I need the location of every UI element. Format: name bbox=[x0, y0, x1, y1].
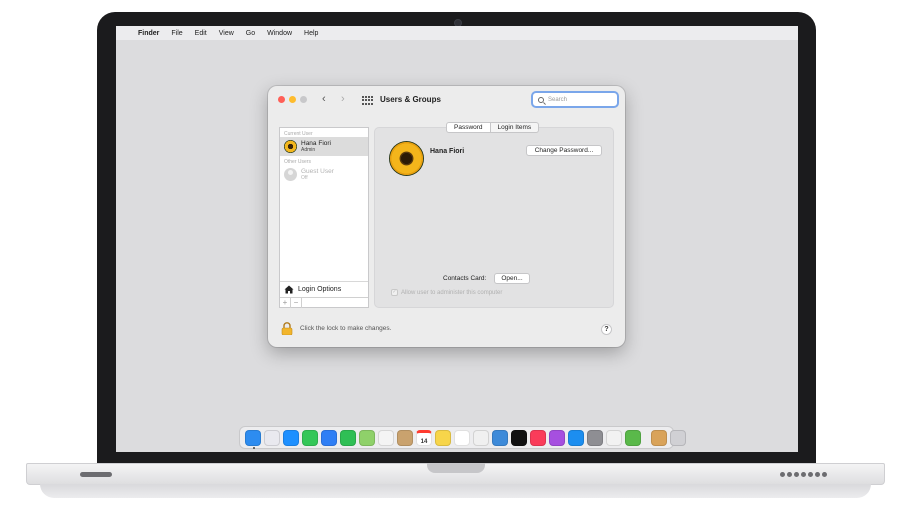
trash-icon[interactable] bbox=[670, 429, 686, 446]
user-name: Hana Fiori bbox=[301, 140, 331, 147]
freeform-icon[interactable] bbox=[473, 429, 489, 446]
search-field[interactable]: Search bbox=[531, 91, 619, 108]
messages-icon[interactable] bbox=[302, 429, 318, 446]
window-titlebar: ‹ › Users & Groups Search bbox=[268, 86, 625, 116]
launchpad-icon[interactable] bbox=[264, 429, 280, 446]
menu-window[interactable]: Window bbox=[267, 30, 292, 37]
show-all-grid-icon[interactable] bbox=[362, 96, 373, 105]
contacts-card-label: Contacts Card: bbox=[443, 275, 487, 282]
guest-avatar-icon bbox=[284, 168, 297, 181]
dock: 14 bbox=[239, 426, 686, 449]
menu-go[interactable]: Go bbox=[246, 30, 255, 37]
stickies-icon[interactable] bbox=[492, 429, 508, 446]
other-users-header: Other Users bbox=[284, 159, 311, 165]
allow-admin-checkbox-row[interactable]: ✓ Allow user to administer this computer bbox=[391, 289, 502, 296]
help-button[interactable]: ? bbox=[601, 324, 612, 335]
contacts-icon[interactable] bbox=[397, 429, 413, 446]
tv-icon[interactable] bbox=[511, 429, 527, 446]
game-center-icon[interactable] bbox=[606, 429, 622, 446]
archive-utility-icon[interactable] bbox=[651, 429, 667, 446]
minimize-button[interactable] bbox=[289, 96, 296, 103]
allow-admin-checkbox[interactable]: ✓ bbox=[391, 289, 398, 296]
users-sidebar: Current User Hana Fiori Admin Other User… bbox=[279, 127, 369, 308]
search-placeholder: Search bbox=[548, 96, 568, 103]
menu-view[interactable]: View bbox=[219, 30, 234, 37]
lock-icon[interactable] bbox=[281, 322, 293, 335]
guest-status: Off bbox=[301, 175, 308, 181]
laptop-port bbox=[80, 472, 112, 477]
house-icon bbox=[284, 285, 294, 294]
laptop-mockup: Finder File Edit View Go Window Help ‹ ›… bbox=[0, 0, 909, 511]
laptop-vents bbox=[780, 472, 830, 478]
safari-icon[interactable] bbox=[283, 429, 299, 446]
menu-help[interactable]: Help bbox=[304, 30, 318, 37]
window-title: Users & Groups bbox=[380, 95, 441, 104]
notes-icon[interactable] bbox=[435, 429, 451, 446]
reminders-icon[interactable] bbox=[454, 429, 470, 446]
mail-icon[interactable] bbox=[321, 429, 337, 446]
open-contacts-button[interactable]: Open... bbox=[494, 273, 530, 284]
app-store-icon[interactable] bbox=[568, 429, 584, 446]
add-user-button[interactable]: + bbox=[280, 298, 291, 308]
facetime-icon[interactable] bbox=[340, 429, 356, 446]
change-password-button[interactable]: Change Password... bbox=[526, 145, 602, 156]
menu-edit[interactable]: Edit bbox=[195, 30, 207, 37]
menu-bar: Finder File Edit View Go Window Help bbox=[116, 26, 798, 40]
desktop-screen: Finder File Edit View Go Window Help ‹ ›… bbox=[116, 26, 798, 452]
search-icon bbox=[538, 96, 544, 103]
close-button[interactable] bbox=[278, 96, 285, 103]
laptop-base-bottom bbox=[40, 484, 871, 498]
tab-bar: Password Login Items bbox=[446, 122, 540, 133]
add-remove-bar: + − bbox=[280, 297, 368, 308]
finder-icon[interactable] bbox=[245, 429, 261, 449]
menu-file[interactable]: File bbox=[171, 30, 182, 37]
maps-icon[interactable] bbox=[359, 429, 375, 446]
photos-icon[interactable] bbox=[378, 429, 394, 446]
login-options-item[interactable]: Login Options bbox=[280, 281, 368, 297]
remove-user-button[interactable]: − bbox=[291, 298, 302, 308]
guest-name: Guest User bbox=[301, 168, 334, 175]
music-icon[interactable] bbox=[530, 429, 546, 446]
current-user-header: Current User bbox=[284, 131, 313, 137]
back-chevron-icon[interactable]: ‹ bbox=[322, 93, 326, 105]
zoom-button[interactable] bbox=[300, 96, 307, 103]
calendar-icon[interactable]: 14 bbox=[416, 429, 432, 446]
user-role: Admin bbox=[301, 147, 316, 153]
laptop-notch bbox=[427, 463, 485, 473]
user-full-name: Hana Fiori bbox=[430, 148, 465, 155]
user-avatar bbox=[284, 140, 297, 153]
user-picture[interactable] bbox=[389, 141, 424, 176]
running-indicator bbox=[253, 446, 255, 449]
system-settings-icon[interactable] bbox=[587, 429, 603, 446]
allow-admin-label: Allow user to administer this computer bbox=[401, 289, 503, 296]
lock-message: Click the lock to make changes. bbox=[300, 325, 392, 332]
forward-chevron-icon[interactable]: › bbox=[341, 93, 345, 105]
sidebar-item-guest-user[interactable]: Guest User Off bbox=[280, 165, 368, 184]
menu-app-name[interactable]: Finder bbox=[138, 30, 159, 37]
tab-password[interactable]: Password bbox=[446, 122, 491, 133]
sidebar-item-hana-fiori[interactable]: Hana Fiori Admin bbox=[280, 137, 368, 156]
tab-login-items[interactable]: Login Items bbox=[490, 122, 540, 133]
keychain-icon[interactable] bbox=[625, 429, 641, 446]
podcasts-icon[interactable] bbox=[549, 429, 565, 446]
login-options-label: Login Options bbox=[298, 286, 342, 293]
users-groups-window: ‹ › Users & Groups Search Current User H… bbox=[268, 86, 625, 347]
